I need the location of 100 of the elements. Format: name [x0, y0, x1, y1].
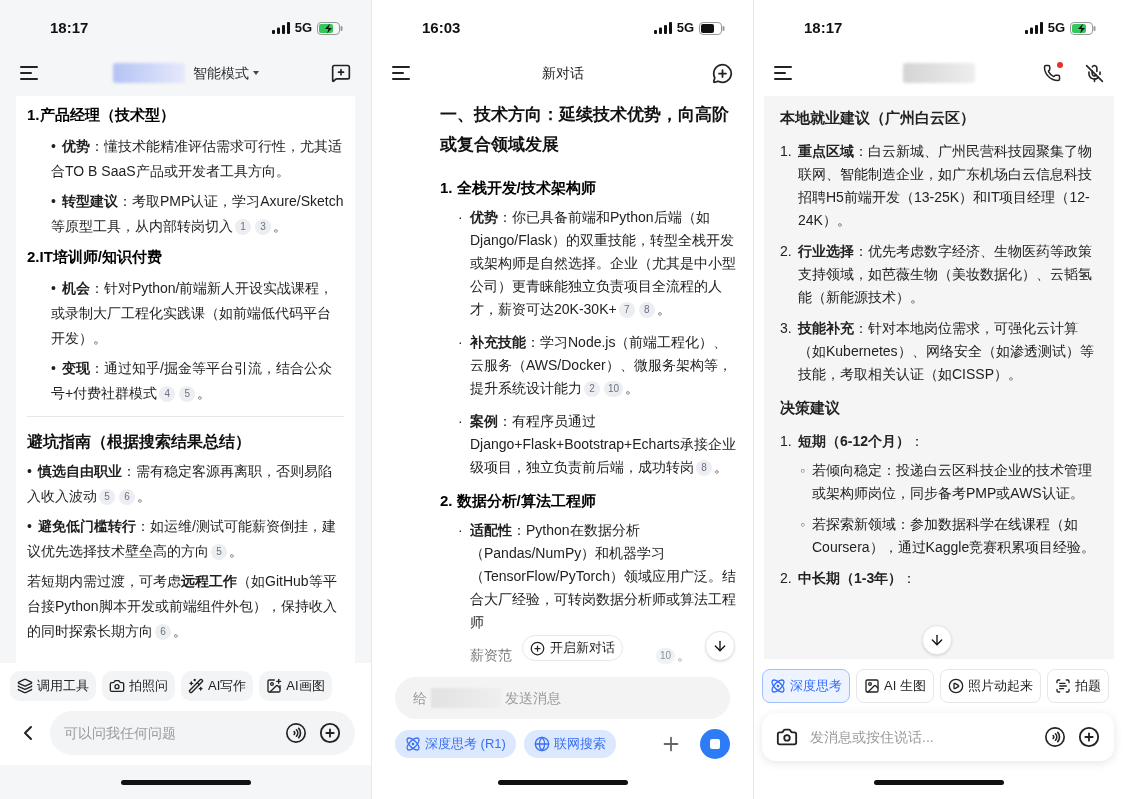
new-chat-button[interactable]: 开启新对话 — [522, 635, 623, 661]
section-heading: 决策建议 — [780, 399, 840, 416]
punctuation: 。 — [273, 218, 287, 234]
scan-icon — [1054, 678, 1071, 694]
citation-badge[interactable]: 1 — [235, 219, 251, 236]
punctuation: 。 — [656, 301, 671, 317]
mode-selector[interactable]: 智能模式 — [192, 62, 259, 84]
paragraph-text: 若倾向稳定：投递白云区科技企业的技术管理或架构师岗位，同步备考PMP或AWS认证。 — [812, 461, 1093, 503]
play-icon — [947, 678, 964, 694]
wand-icon — [188, 678, 204, 694]
signal-icon — [653, 22, 672, 34]
tool-chip[interactable]: 照片动起来 — [939, 669, 1041, 703]
camera-icon[interactable] — [776, 726, 798, 748]
citation-badge[interactable]: 6 — [155, 624, 171, 641]
paragraph-text: • 变现：通过知乎/掘金等平台引流，结合公众号+付费社群模式 4 5 。 — [51, 359, 333, 405]
paragraph-text: • 转型建议：考取PMP认证，学习Axure/Sketch等原型工具，从内部转岗切入 1 3 。 — [51, 192, 344, 238]
bullet-marker: · — [458, 412, 464, 431]
bullet-marker: ◦ — [800, 515, 806, 534]
citation-badge[interactable]: 7 — [618, 302, 635, 319]
phone-call-button[interactable] — [1041, 62, 1063, 84]
paragraph-text: 重点区域：白云新城、广州民营科技园聚集了物联网、智能制造企业，如广东机场白云信息科技招聘H5前端开发（13-25K）和IT项目经理（12-24K）。 — [798, 142, 1093, 230]
paragraph-text: 中长期（1-3年）： — [798, 569, 917, 588]
message-input[interactable]: 发消息或按住说话... — [762, 713, 1114, 761]
section-heading: 避坑指南（根据搜索结果总结） — [27, 433, 251, 450]
voice-icon[interactable] — [1044, 726, 1066, 748]
list-number: 1. — [27, 105, 40, 125]
citation-badge[interactable]: 5 — [211, 544, 227, 561]
citation-badge[interactable]: 3 — [255, 219, 271, 236]
paragraph-text: 薪资范 — [470, 646, 512, 665]
tool-chip[interactable]: 拍题 — [1046, 669, 1109, 703]
blurred-name — [903, 63, 975, 83]
citation-badge[interactable]: 8 — [696, 460, 712, 477]
paragraph-text: • 机会：针对Python/前端新人开设实战课程，或录制大厂工程化实践课（如前端低代码平台开发）。 — [51, 279, 335, 348]
voice-icon[interactable] — [285, 722, 307, 744]
section-heading: 一、技术方向：延续技术优势，向高阶或复合领域发展 — [440, 104, 730, 156]
tool-chip[interactable]: 联网搜索 — [523, 730, 616, 758]
bullet-marker: · — [458, 521, 464, 540]
citation-badge[interactable]: 2 — [584, 381, 600, 398]
menu-icon[interactable] — [774, 66, 792, 80]
citation-badge[interactable]: 5 — [179, 386, 196, 403]
citation-badge[interactable]: 6 — [119, 489, 135, 506]
stop-button[interactable] — [700, 729, 730, 759]
status-time: 18:17 — [804, 17, 843, 38]
punctuation: 。 — [197, 385, 212, 401]
paragraph-text: 补充技能：学习Node.js（前端工程化）、云服务（AWS/Docker）、微服务架构等，提升系统设计能力 2 10 。 — [470, 333, 733, 400]
image-icon — [864, 678, 880, 694]
section-heading: 本地就业建议（广州白云区） — [780, 109, 975, 126]
citation-badge[interactable]: 8 — [638, 302, 655, 319]
message-input[interactable]: 可以问我任何问题 — [50, 711, 355, 755]
paragraph-text: 技能补充：针对本地岗位需求，可强化云计算（如Kubernetes）、网络安全（如渗透测试）等技能，考取相关认证（如CISSP）。 — [798, 319, 1095, 384]
citation-badge[interactable]: 4 — [159, 386, 176, 403]
menu-icon[interactable] — [392, 66, 410, 80]
list-number: 1. — [780, 142, 793, 161]
paragraph-text: • 避免低门槛转行：如运维/测试可能薪资倒挂，建议优先选择技术壁垒高的方向 5 。 — [27, 517, 337, 563]
tool-chip[interactable]: AI 生图 — [856, 669, 934, 703]
paragraph-text: 短期（6-12个月）： — [798, 432, 925, 451]
citation-badge[interactable]: 10 — [604, 381, 624, 398]
mic-off-icon[interactable] — [1085, 63, 1104, 83]
list-number: 2. — [780, 569, 793, 588]
tool-chip[interactable]: 拍照问 — [102, 671, 175, 701]
message-input[interactable]: 给 发送消息 — [395, 677, 730, 719]
atom-icon — [405, 736, 421, 752]
input-placeholder: 发消息或按住说话... — [810, 727, 934, 747]
globe-icon — [533, 736, 550, 752]
stop-icon — [710, 739, 720, 749]
punctuation: 。 — [677, 647, 691, 663]
list-number: 2. — [780, 242, 793, 261]
network-label: 5G — [676, 19, 694, 38]
bullet-marker: · — [458, 208, 464, 227]
plus-icon[interactable] — [1078, 726, 1100, 748]
tool-chip[interactable]: 调用工具 — [10, 671, 96, 701]
paragraph-text: • 优势：懂技术能精准评估需求可行性，尤其适合TO B SaaS产品或开发者工具方向。 — [51, 137, 343, 181]
paragraph-text: 行业选择：优先考虑数字经济、生物医药等政策支持领域，如芭薇生物（美妆数据化）、云韬氢能（新能源技术）。 — [798, 242, 1093, 307]
arrow-down-icon — [712, 638, 728, 654]
item-title: 全栈开发/技术架构师 — [456, 178, 596, 198]
punctuation: 。 — [714, 459, 728, 475]
bullet-marker: ◦ — [800, 461, 806, 480]
input-placeholder: 给 — [413, 688, 427, 708]
arrow-down-icon — [929, 632, 945, 648]
tool-chip[interactable]: AI画图 — [259, 671, 332, 701]
tool-chip[interactable]: AI写作 — [181, 671, 254, 701]
paragraph-text: 若探索新领域：参加数据科学在线课程（如Coursera），通过Kaggle竞赛积累项目经验。 — [812, 515, 1097, 557]
chat-plus-icon[interactable] — [331, 63, 351, 83]
scroll-down-button[interactable] — [705, 631, 735, 661]
list-number: 2. — [27, 247, 40, 267]
list-number: 1. — [440, 178, 453, 198]
plus-icon[interactable] — [319, 722, 341, 744]
camera-icon — [109, 678, 125, 694]
plus-icon — [530, 640, 545, 656]
citation-badge[interactable]: 10 — [655, 648, 675, 665]
list-number: 1. — [780, 432, 793, 451]
chat-title: 新对话 — [541, 63, 584, 83]
chat-plus-icon[interactable] — [712, 62, 733, 84]
tool-chip[interactable]: 深度思考 — [762, 669, 850, 703]
image-plus-icon — [266, 678, 283, 694]
paragraph-text: • 慎选自由职业：需有稳定客源再离职，否则易陷入收入波动 5 6 。 — [27, 462, 333, 508]
atom-icon — [770, 678, 786, 694]
tool-chip[interactable]: 深度思考 (R1) — [395, 730, 516, 758]
citation-badge[interactable]: 5 — [99, 489, 115, 506]
menu-icon[interactable] — [20, 66, 38, 80]
